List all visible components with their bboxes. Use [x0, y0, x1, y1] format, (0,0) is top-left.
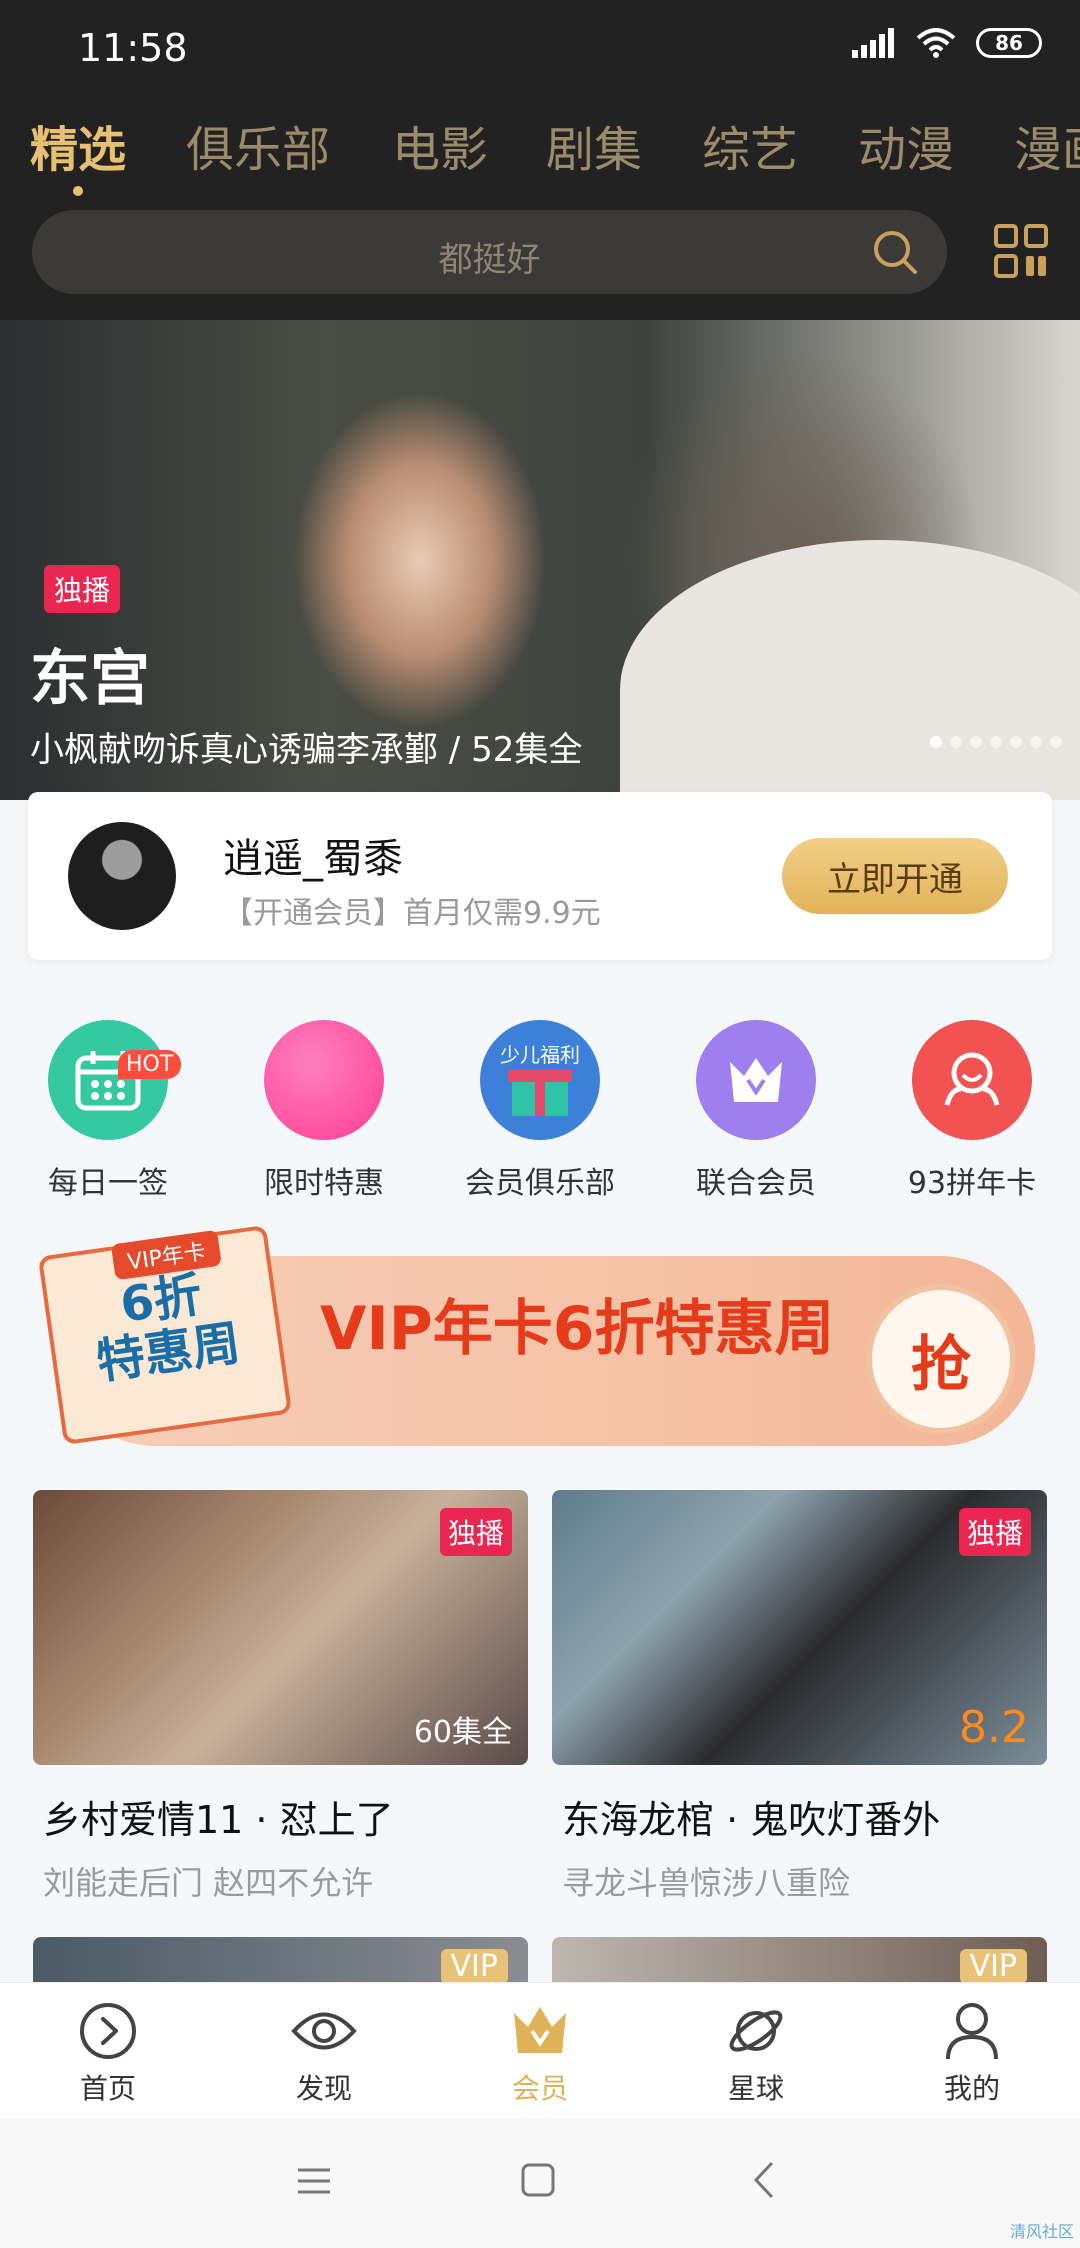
- promo-headline: VIP年卡6折特惠周: [320, 1294, 835, 1364]
- crown-icon: [514, 2007, 566, 2053]
- vip-badge: VIP: [959, 1949, 1027, 1984]
- carousel-dot[interactable]: [930, 736, 942, 748]
- gift-inner-text: 少儿福利: [500, 1043, 580, 1067]
- eye-icon: [291, 2012, 357, 2050]
- status-icons: 86: [852, 28, 1042, 58]
- hero-image-figure: [620, 540, 1080, 800]
- calendar-graphic: VIP年卡 6折 特惠周: [37, 1224, 293, 1446]
- content-grid: 独播 60集全 乡村爱情11 · 怼上了 刘能走后门 赵四不允许 独播 8.2 …: [0, 1460, 1080, 1985]
- top-header: 精选 俱乐部 电影 剧集 综艺 动漫 漫画 都挺好: [0, 90, 1080, 320]
- nav-member[interactable]: 会员: [432, 1999, 648, 2107]
- open-membership-button[interactable]: 立即开通: [782, 838, 1008, 914]
- signal-icon: [852, 28, 894, 58]
- planet-icon: [729, 2010, 783, 2052]
- nav-home[interactable]: 首页: [0, 1999, 216, 2107]
- quick-link-daily-sign[interactable]: HOT 每日一签: [0, 1020, 216, 1202]
- carousel-dot[interactable]: [1050, 736, 1062, 748]
- quick-link-label: 联合会员: [696, 1166, 816, 1201]
- battery-indicator: 86: [976, 28, 1042, 58]
- status-bar: 11:58 86: [0, 0, 1080, 90]
- sale-icon: [264, 1020, 384, 1140]
- search-icon[interactable]: [871, 228, 919, 276]
- quick-link-label: 限时特惠: [264, 1166, 384, 1201]
- member-promo-text: 【开通会员】首月仅需9.9元: [223, 896, 601, 931]
- carousel-dot[interactable]: [950, 736, 962, 748]
- rating-score: 8.2: [959, 1702, 1029, 1753]
- tab-comics[interactable]: 漫画: [1014, 110, 1080, 180]
- video-title: 乡村爱情11 · 怼上了: [43, 1798, 394, 1842]
- category-tabs: 精选 俱乐部 电影 剧集 综艺 动漫 漫画: [0, 110, 1080, 190]
- vip-badge: VIP: [440, 1949, 508, 1984]
- quick-link-label: 每日一签: [48, 1166, 168, 1201]
- system-navigation-bar: 清风社区: [0, 2118, 1080, 2248]
- carousel-dot[interactable]: [970, 736, 982, 748]
- grid-menu-icon[interactable]: [994, 224, 1048, 278]
- carousel-dot[interactable]: [1010, 736, 1022, 748]
- episode-count: 60集全: [413, 1715, 512, 1750]
- nav-discover[interactable]: 发现: [216, 1999, 432, 2107]
- grab-button[interactable]: 抢: [866, 1284, 1016, 1434]
- face-icon: [912, 1020, 1032, 1140]
- exclusive-badge: 独播: [958, 1508, 1031, 1556]
- search-bar[interactable]: 都挺好: [32, 210, 947, 294]
- nav-label: 发现: [295, 2072, 352, 2105]
- nav-label: 首页: [79, 2072, 136, 2105]
- crown-icon: [696, 1020, 816, 1140]
- username: 逍遥_蜀黍: [223, 836, 403, 882]
- nav-planet[interactable]: 星球: [648, 1999, 864, 2107]
- menu-icon[interactable]: [296, 2166, 332, 2196]
- nav-profile[interactable]: 我的: [864, 1999, 1080, 2107]
- hero-title: 东宫: [30, 644, 150, 714]
- quick-links: HOT 每日一签 限时特惠 少儿福利 会员俱乐部 联合会员 93拼年卡: [0, 975, 1080, 1220]
- promo-banner[interactable]: VIP年卡 6折 特惠周 VIP年卡6折特惠周 抢: [0, 1220, 1080, 1460]
- tab-anime[interactable]: 动漫: [858, 110, 954, 180]
- play-circle-icon: [80, 2003, 136, 2059]
- video-card[interactable]: 独播 60集全 乡村爱情11 · 怼上了 刘能走后门 赵四不允许: [33, 1490, 528, 1904]
- exclusive-badge: 独播: [439, 1508, 512, 1556]
- tab-series[interactable]: 剧集: [546, 110, 642, 180]
- avatar[interactable]: [68, 822, 176, 930]
- video-thumbnail[interactable]: 独播 60集全: [33, 1490, 528, 1765]
- nav-label: 星球: [727, 2072, 784, 2105]
- hero-banner[interactable]: 独播 东宫 小枫献吻诉真心诱骗李承鄞 / 52集全: [0, 320, 1080, 800]
- quick-link-label: 93拼年卡: [907, 1166, 1037, 1201]
- tab-variety[interactable]: 综艺: [702, 110, 798, 180]
- video-subtitle: 寻龙斗兽惊涉八重险: [562, 1864, 851, 1902]
- video-title: 东海龙棺 · 鬼吹灯番外: [562, 1798, 941, 1842]
- quick-link-limited-offer[interactable]: 限时特惠: [216, 1020, 432, 1202]
- member-card: 逍遥_蜀黍 【开通会员】首月仅需9.9元 立即开通: [28, 792, 1052, 960]
- watermark: 清风社区: [1009, 2222, 1074, 2241]
- hero-subtitle: 小枫献吻诉真心诱骗李承鄞 / 52集全: [30, 730, 583, 770]
- quick-link-joint-member[interactable]: 联合会员: [648, 1020, 864, 1202]
- active-tab-indicator: [73, 186, 83, 196]
- wifi-icon: [916, 28, 956, 58]
- video-card[interactable]: 独播 8.2 东海龙棺 · 鬼吹灯番外 寻龙斗兽惊涉八重险: [552, 1490, 1047, 1904]
- carousel-dots: [930, 736, 1062, 748]
- tab-movies[interactable]: 电影: [392, 110, 488, 180]
- person-icon: [946, 2003, 998, 2060]
- bottom-nav: 首页 发现 会员 星球 我的: [0, 1982, 1080, 2118]
- calendar-icon: [48, 1020, 168, 1140]
- quick-link-label: 会员俱乐部: [465, 1166, 615, 1201]
- video-thumbnail[interactable]: 独播 8.2: [552, 1490, 1047, 1765]
- gift-icon: 少儿福利: [480, 1020, 600, 1140]
- quick-link-member-club[interactable]: 少儿福利 会员俱乐部: [432, 1020, 648, 1202]
- carousel-dot[interactable]: [990, 736, 1002, 748]
- hero-badge: 独播: [44, 565, 121, 613]
- nav-label: 会员: [511, 2072, 568, 2105]
- hot-tag: HOT: [118, 1050, 182, 1079]
- nav-label: 我的: [943, 2072, 1000, 2105]
- calendar-discount-text: 6折 特惠周: [93, 1266, 244, 1391]
- back-icon[interactable]: [752, 2160, 776, 2200]
- tab-club[interactable]: 俱乐部: [186, 110, 330, 180]
- home-square-icon[interactable]: [520, 2162, 556, 2198]
- quick-link-annual-card[interactable]: 93拼年卡: [864, 1020, 1080, 1202]
- search-placeholder: 都挺好: [438, 240, 541, 280]
- tab-jingxuan[interactable]: 精选: [30, 110, 126, 180]
- status-time: 11:58: [78, 26, 188, 70]
- video-subtitle: 刘能走后门 赵四不允许: [43, 1864, 374, 1902]
- carousel-dot[interactable]: [1030, 736, 1042, 748]
